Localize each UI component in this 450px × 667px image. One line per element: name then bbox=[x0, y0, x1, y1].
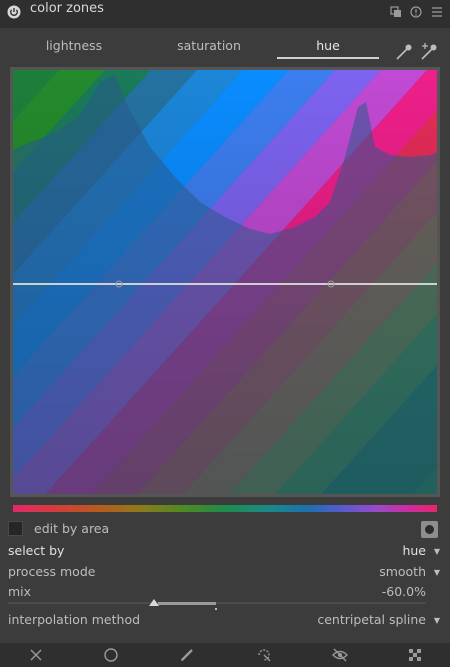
tab-hue[interactable]: hue bbox=[274, 38, 382, 53]
process-mode-label: process mode bbox=[8, 564, 96, 579]
chevron-down-icon: ▼ bbox=[433, 568, 440, 577]
power-icon[interactable] bbox=[7, 5, 21, 19]
channel-tabs: lightness saturation hue bbox=[0, 32, 450, 62]
mix-slider-handle[interactable] bbox=[149, 599, 159, 606]
pencil-icon[interactable] bbox=[179, 647, 195, 663]
color-zones-module: color zones lightness saturation hue edi… bbox=[0, 0, 450, 667]
select-by-value: hue bbox=[402, 543, 426, 558]
color-picker-set-values-icon[interactable] bbox=[419, 42, 439, 62]
process-mode-value: smooth bbox=[379, 564, 426, 579]
checkerboard-icon[interactable] bbox=[407, 647, 423, 663]
edit-by-area-label: edit by area bbox=[34, 521, 110, 536]
dropper-icon[interactable] bbox=[256, 647, 272, 663]
module-header: color zones bbox=[0, 0, 450, 28]
chevron-down-icon: ▼ bbox=[433, 616, 440, 625]
mix-slider-track[interactable] bbox=[8, 602, 426, 604]
presets-icon[interactable] bbox=[431, 6, 443, 18]
mix-slider-fill bbox=[158, 602, 216, 605]
mix-label: mix bbox=[8, 584, 32, 599]
hue-band bbox=[10, 70, 13, 494]
close-icon[interactable] bbox=[28, 647, 44, 663]
interpolation-method-label: interpolation method bbox=[8, 612, 141, 627]
color-picker-icon[interactable] bbox=[394, 42, 414, 62]
mix-slider-marker bbox=[215, 608, 217, 610]
interpolation-method-value: centripetal spline bbox=[317, 612, 426, 627]
mix-value: -60.0% bbox=[381, 584, 426, 599]
hue-curve-graph[interactable] bbox=[10, 67, 440, 497]
tab-lightness[interactable]: lightness bbox=[20, 38, 128, 53]
chevron-down-icon: ▼ bbox=[433, 547, 440, 556]
active-tab-indicator bbox=[277, 57, 379, 59]
tab-saturation[interactable]: saturation bbox=[155, 38, 263, 53]
hue-gradient-bar bbox=[13, 505, 437, 512]
circle-icon[interactable] bbox=[103, 647, 119, 663]
select-by-label: select by bbox=[8, 543, 65, 558]
curve-canvas[interactable] bbox=[10, 67, 440, 497]
edit-by-area-checkbox[interactable] bbox=[8, 521, 23, 536]
reset-icon[interactable] bbox=[410, 6, 422, 18]
module-title: color zones bbox=[30, 1, 104, 16]
mask-display-icon[interactable] bbox=[421, 521, 438, 538]
eye-icon[interactable] bbox=[332, 647, 348, 663]
mask-toolbar bbox=[0, 643, 450, 667]
multi-instance-icon[interactable] bbox=[390, 6, 402, 18]
